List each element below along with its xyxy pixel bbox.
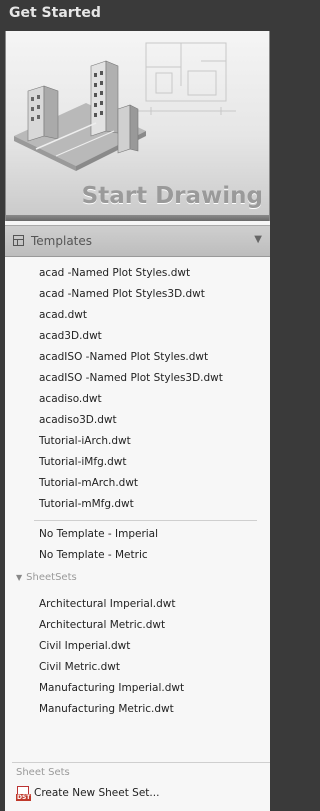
template-item[interactable]: Tutorial-iMfg.dwt (5, 452, 270, 472)
panel-header: Get Started (0, 0, 275, 31)
no-template-metric-item[interactable]: No Template - Metric (5, 545, 270, 565)
template-item[interactable]: acad -Named Plot Styles3D.dwt (5, 284, 270, 304)
sheetset-item[interactable]: Manufacturing Imperial.dwt (5, 678, 270, 698)
get-started-panel: Get Started Start Drawing Templates ▼ ac… (0, 0, 275, 811)
templates-dropdown-label: Templates (31, 234, 93, 248)
templates-dropdown[interactable]: Templates ▼ (5, 225, 270, 257)
chevron-down-icon: ▼ (254, 234, 262, 245)
sheetsets-section-label: SheetSets (26, 572, 77, 583)
sheetset-item[interactable]: Architectural Imperial.dwt (5, 594, 270, 614)
template-divider (34, 520, 257, 521)
panel-right-border (270, 31, 275, 811)
create-new-sheet-set-button[interactable]: Create New Sheet Set... (16, 784, 160, 802)
template-item[interactable]: acadiso3D.dwt (5, 410, 270, 430)
collapse-triangle-icon: ▼ (16, 573, 23, 582)
sheetsets-divider (12, 762, 270, 763)
sheetset-item[interactable]: Civil Metric.dwt (5, 657, 270, 677)
template-item[interactable]: acad -Named Plot Styles.dwt (5, 263, 270, 283)
template-item[interactable]: acadISO -Named Plot Styles.dwt (5, 347, 270, 367)
start-drawing-label: Start Drawing (81, 183, 263, 209)
no-template-imperial-item[interactable]: No Template - Imperial (5, 524, 270, 544)
start-drawing-button[interactable]: Start Drawing (5, 31, 270, 221)
sheet-sets-footer-label: Sheet Sets (16, 767, 70, 778)
sheet-set-file-icon (16, 786, 32, 801)
sheetset-item[interactable]: Civil Imperial.dwt (5, 636, 270, 656)
panel-title: Get Started (9, 5, 101, 21)
template-item[interactable]: acad.dwt (5, 305, 270, 325)
sheetset-item[interactable]: Architectural Metric.dwt (5, 615, 270, 635)
template-item[interactable]: Tutorial-mArch.dwt (5, 473, 270, 493)
template-item[interactable]: acadISO -Named Plot Styles3D.dwt (5, 368, 270, 388)
template-item[interactable]: Tutorial-iArch.dwt (5, 431, 270, 451)
template-item[interactable]: acadiso.dwt (5, 389, 270, 409)
template-item[interactable]: acad3D.dwt (5, 326, 270, 346)
sheetset-item[interactable]: Manufacturing Metric.dwt (5, 699, 270, 719)
hero-bottom-bar (6, 215, 269, 221)
sheetsets-section-header[interactable]: ▼ SheetSets (16, 572, 77, 583)
create-new-sheet-set-label: Create New Sheet Set... (34, 787, 160, 799)
buildings-illustration (14, 42, 236, 171)
template-item[interactable]: Tutorial-mMfg.dwt (5, 494, 270, 514)
template-grid-icon (13, 235, 24, 246)
